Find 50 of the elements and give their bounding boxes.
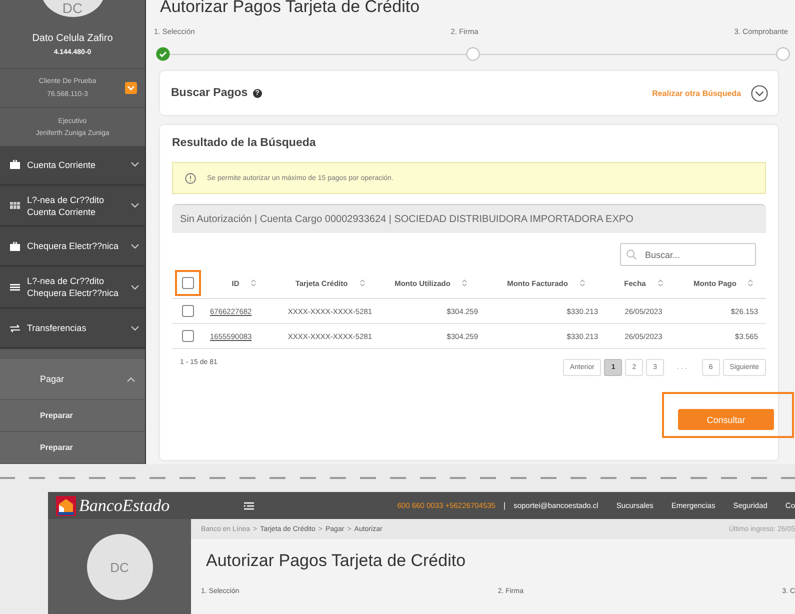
menu-label: Transferencias (27, 322, 88, 334)
chevron-icon (131, 284, 139, 290)
avatar-initials: DC (62, 0, 83, 15)
menu-item[interactable]: Cuenta Corriente (0, 146, 145, 186)
row-checkbox[interactable] (182, 330, 194, 342)
sort-icon (251, 279, 256, 287)
menu-item[interactable]: Pagar (0, 359, 145, 400)
menu-item[interactable]: L?-nea de Cr??dito Cuenta Corriente (0, 186, 145, 228)
page-title: Autorizar Pagos Tarjeta de Crédito (206, 551, 467, 571)
menu-label: Cuenta Corriente (27, 158, 97, 171)
card-title: Buscar Pagos (171, 87, 248, 99)
menu-item[interactable]: Chequera Electr??nica (0, 227, 145, 268)
menu-label: L?-nea de Cr??dito Cuenta Corriente (27, 194, 106, 218)
submenu-item[interactable]: Preparar (0, 400, 145, 432)
avatar-initials: DC (110, 560, 129, 574)
separator-text: | (503, 501, 506, 510)
menu-label: Pagar (40, 373, 66, 386)
search-field[interactable]: Buscar... (620, 243, 756, 266)
menu-icon[interactable] (244, 502, 254, 510)
card-title: Resultado de la Búsqueda (172, 137, 317, 149)
chevron-icon (131, 203, 139, 208)
chevron-icon (131, 162, 139, 168)
sort-icon (580, 279, 585, 287)
sort-icon (462, 279, 468, 287)
grid-icon (10, 201, 20, 210)
transfer-icon (10, 324, 20, 333)
sort-icon (748, 279, 754, 287)
dropdown-icon[interactable] (125, 82, 137, 94)
menu-item[interactable]: Transferencias (0, 309, 145, 350)
sort-icon (360, 279, 365, 287)
chevron-icon (127, 376, 135, 382)
submenu-item[interactable]: Preparar (0, 432, 145, 464)
list-icon (10, 282, 20, 292)
expand-icon[interactable] (751, 84, 768, 102)
logo-text: BancoEstado (79, 496, 170, 516)
menu-label: L?-nea de Cr??dito Chequera Electr??nica (27, 275, 120, 300)
briefcase-icon (10, 242, 20, 251)
search-icon (626, 249, 637, 260)
chevron-icon (131, 244, 139, 249)
account-text: Sin Autorización | Cuenta Cargo 00002933624 | SOCIEDAD DISTRIBUIDORA IMPORTADORA EXPO (180, 214, 634, 224)
user-name: Dato Celula Zafiro (31, 32, 114, 44)
select-all-checkbox[interactable] (182, 277, 194, 289)
logo-icon (56, 496, 76, 516)
menu-item[interactable]: L?-nea de Cr??dito Chequera Electr??nica (0, 267, 145, 310)
menu-label: Chequera Electr??nica (27, 240, 120, 252)
info-icon (185, 172, 196, 184)
sort-icon (658, 279, 663, 287)
briefcase-icon (10, 160, 20, 170)
chevron-icon (131, 326, 139, 331)
row-checkbox[interactable] (182, 305, 194, 317)
